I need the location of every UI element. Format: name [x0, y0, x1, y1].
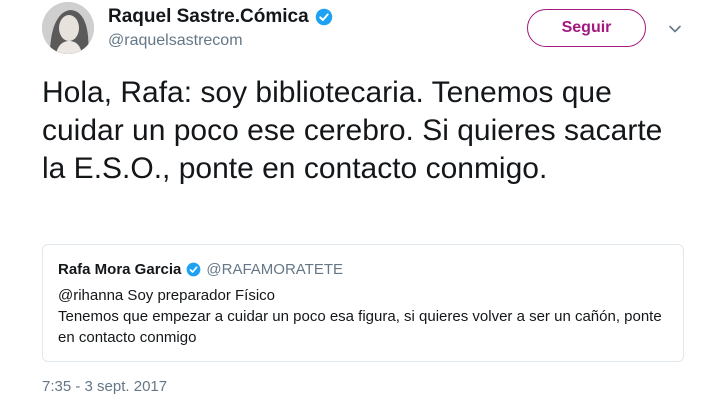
avatar[interactable] — [42, 2, 94, 54]
follow-button[interactable]: Seguir — [527, 9, 646, 47]
tweet-timestamp[interactable]: 7:35 - 3 sept. 2017 — [42, 378, 167, 395]
author-display-name[interactable]: Raquel Sastre.Cómica — [108, 6, 309, 28]
profile-photo-icon — [42, 2, 94, 54]
verified-badge-icon — [315, 8, 332, 26]
quoted-tweet-text: @rihanna Soy preparador Físico Tenemos qu… — [58, 285, 667, 348]
quoted-author-name: Rafa Mora Garcia — [58, 260, 182, 278]
quoted-tweet-line1: @rihanna Soy preparador Físico — [58, 287, 276, 304]
tweet-text: Hola, Rafa: soy bibliotecaria. Tenemos q… — [42, 76, 663, 185]
quoted-tweet-header: Rafa Mora Garcia @RAFAMORATETE — [58, 259, 667, 279]
quoted-author-handle: @RAFAMORATETE — [206, 260, 344, 278]
verified-badge-icon — [187, 262, 201, 276]
author-name-row: Raquel Sastre.Cómica — [108, 6, 333, 28]
chevron-down-icon[interactable] — [668, 22, 682, 36]
quoted-tweet[interactable]: Rafa Mora Garcia @RAFAMORATETE @rihanna … — [42, 244, 684, 362]
quoted-tweet-line2: Tenemos que empezar a cuidar un poco esa… — [58, 308, 662, 346]
author-handle[interactable]: @raquelsastrecom — [108, 32, 243, 50]
